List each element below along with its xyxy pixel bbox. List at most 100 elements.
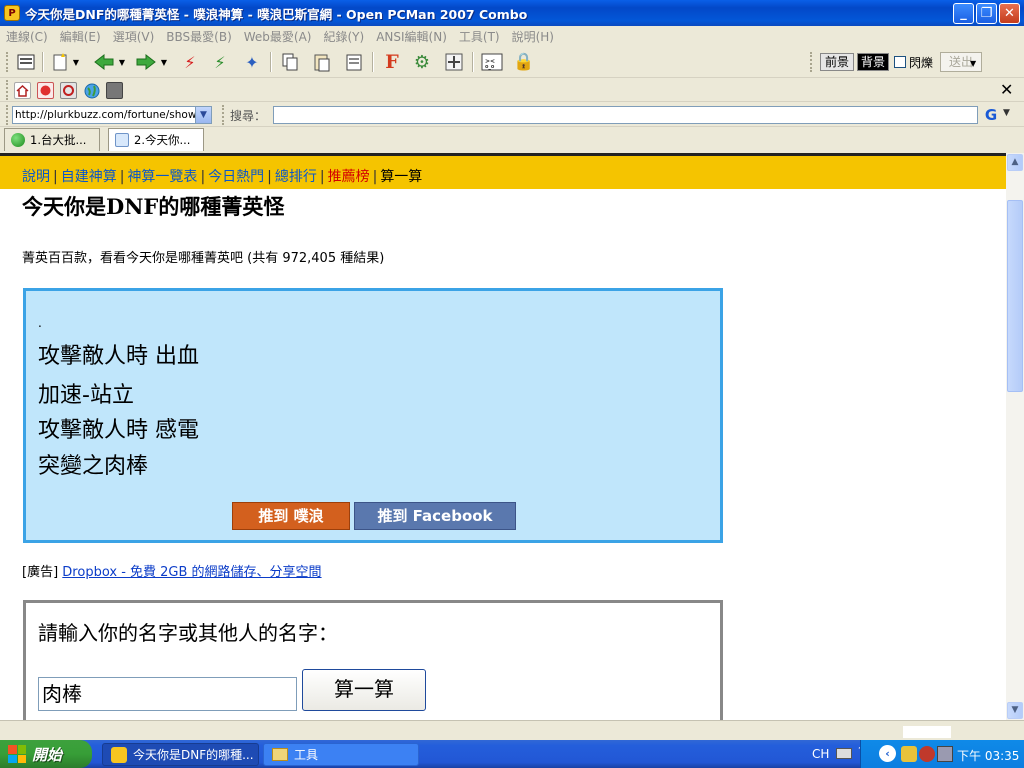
result-box: . 攻擊敵人時 出血 加速-站立 攻擊敵人時 感電 突變之肉棒 推到 噗浪 推到… (23, 288, 723, 543)
status-panel (903, 726, 951, 738)
tab-web[interactable]: 2.今天你... (108, 128, 204, 151)
name-input[interactable]: 肉棒 (38, 677, 297, 711)
task-label: 工具 (294, 748, 319, 762)
stop-icon[interactable] (37, 82, 54, 99)
title-bar[interactable]: P 今天你是DNF的哪種菁英怪 - 噗浪神算 - 噗浪巴斯官網 - Open P… (0, 0, 1024, 26)
new-tab-icon[interactable] (48, 50, 72, 74)
copy-icon[interactable] (278, 50, 302, 74)
nav-help-link[interactable]: 說明 (22, 169, 50, 185)
tab-label: 2.今天你... (134, 133, 191, 147)
search-input[interactable] (273, 106, 978, 124)
web-toolbar-grip[interactable] (6, 80, 9, 100)
nav-separator: | (53, 169, 58, 185)
google-icon[interactable]: G (982, 106, 1000, 124)
ime-indicator[interactable]: CH (812, 747, 829, 761)
calculate-button[interactable]: 算一算 (302, 669, 426, 711)
nav-list-link[interactable]: 神算一覽表 (127, 169, 197, 185)
new-tab-dropdown-icon[interactable]: ▼ (70, 50, 82, 74)
site-list-icon[interactable] (14, 50, 38, 74)
scroll-thumb[interactable] (1007, 200, 1023, 392)
forward-arrow-icon[interactable] (134, 50, 158, 74)
emoticon-icon[interactable]: >< o_o (480, 50, 504, 74)
send-dropdown-icon[interactable]: ▼ (970, 59, 976, 68)
tab-bar: 1.台大批... 2.今天你... (0, 127, 1024, 153)
start-label: 開始 (32, 745, 63, 764)
blink-checkbox[interactable] (894, 56, 906, 68)
nav-hot-today-link[interactable]: 今日熱門 (208, 169, 264, 185)
font-icon[interactable]: F (380, 50, 404, 74)
result-dot: . (38, 316, 42, 330)
color-toolbar-grip[interactable] (810, 52, 813, 72)
search-engine-dropdown-icon[interactable]: ▼ (1003, 108, 1010, 118)
tray-network-icon[interactable] (937, 746, 953, 762)
toolbar-grip[interactable] (6, 52, 9, 72)
web-toolbar (0, 78, 1024, 102)
search-grip[interactable] (222, 105, 225, 125)
forward-dropdown-icon[interactable]: ▼ (158, 50, 170, 74)
settings-gear-icon[interactable]: ⚙ (410, 50, 434, 74)
refresh-icon[interactable] (60, 82, 77, 99)
nav-separator: | (372, 169, 378, 185)
scroll-down-icon[interactable]: ▼ (1007, 702, 1023, 719)
paste-icon[interactable] (310, 50, 334, 74)
nav-create-link[interactable]: 自建神算 (61, 169, 117, 185)
ad-link[interactable]: Dropbox - 免費 2GB 的網路儲存、分享空間 (62, 565, 321, 580)
vertical-scrollbar[interactable]: ▲ ▼ (1006, 153, 1024, 720)
toolbar-close-icon[interactable]: ✕ (1000, 80, 1013, 99)
page-subtitle: 菁英百百款，看看今天你是哪種菁英吧 (共有 972,405 種結果) (22, 251, 385, 266)
address-input[interactable]: http://plurkbuzz.com/fortune/show/Dg (12, 106, 212, 124)
status-bar (0, 720, 1024, 740)
taskbar-item-pcman[interactable]: 今天你是DNF的哪種... (102, 743, 259, 766)
home-icon[interactable] (14, 82, 31, 99)
menu-connect[interactable]: 連線(C) (6, 28, 48, 45)
keyboard-icon[interactable] (836, 748, 852, 759)
foreground-color-button[interactable]: 前景 (820, 53, 854, 71)
globe-icon[interactable] (83, 82, 100, 99)
restore-button[interactable]: ❐ (976, 2, 997, 24)
menu-bar: 連線(C) 編輯(E) 選項(V) BBS最愛(B) Web最愛(A) 紀錄(Y… (0, 26, 1024, 46)
fullscreen-icon[interactable] (442, 50, 466, 74)
folder-icon (272, 748, 288, 761)
menu-help[interactable]: 說明(H) (512, 28, 554, 45)
result-line: 加速-站立 (38, 383, 134, 408)
address-grip[interactable] (6, 105, 9, 125)
taskbar-item-folder[interactable]: 工具 (263, 743, 419, 766)
name-form: 請輸入你的名字或其他人的名字： 肉棒 算一算 (23, 600, 723, 720)
share-facebook-button[interactable]: 推到 Facebook (354, 502, 516, 530)
reconnect-icon[interactable]: ⚡ (178, 50, 202, 74)
connect-icon[interactable]: ⚡ (208, 50, 232, 74)
back-arrow-icon[interactable] (92, 50, 116, 74)
menu-ansi-edit[interactable]: ANSI編輯(N) (376, 28, 447, 45)
search-label: 搜尋： (230, 109, 267, 123)
menu-tools[interactable]: 工具(T) (459, 28, 500, 45)
window-icon[interactable] (106, 82, 123, 99)
nav-ranking-link[interactable]: 總排行 (275, 169, 317, 185)
clock[interactable]: 下午 03:35 (957, 747, 1019, 764)
windows-logo-icon (8, 745, 26, 763)
background-color-button[interactable]: 背景 (857, 53, 889, 71)
minimize-button[interactable]: _ (953, 2, 974, 24)
close-button[interactable]: ✕ (999, 2, 1020, 24)
pin-icon[interactable]: ✦ (240, 50, 264, 74)
menu-bbs-favorites[interactable]: BBS最愛(B) (166, 28, 231, 45)
back-dropdown-icon[interactable]: ▼ (116, 50, 128, 74)
svg-text:o_o: o_o (485, 64, 495, 70)
menu-edit[interactable]: 編輯(E) (60, 28, 101, 45)
copy-ansi-icon[interactable] (342, 50, 366, 74)
scroll-up-icon[interactable]: ▲ (1007, 154, 1023, 171)
tray-shield-icon[interactable] (919, 746, 935, 762)
nav-separator: | (267, 169, 272, 185)
nav-recommend-link[interactable]: 推薦榜 (328, 169, 370, 185)
tab-bbs[interactable]: 1.台大批... (4, 128, 100, 151)
address-dropdown-icon[interactable]: ▼ (195, 107, 211, 123)
menu-history[interactable]: 紀錄(Y) (324, 28, 365, 45)
tray-app-icon[interactable] (901, 746, 917, 762)
web-content: 說明 | 自建神算 | 神算一覽表 | 今日熱門 | 總排行 | 推薦榜 | 算一算 今天你是DNF的哪… (0, 153, 1006, 720)
share-plurk-button[interactable]: 推到 噗浪 (232, 502, 350, 530)
tray-expand-icon[interactable]: ‹ (879, 745, 896, 762)
menu-options[interactable]: 選項(V) (113, 28, 155, 45)
menu-web-favorites[interactable]: Web最愛(A) (244, 28, 312, 45)
start-button[interactable]: 開始 (0, 740, 92, 768)
site-nav-bar: 說明 | 自建神算 | 神算一覽表 | 今日熱門 | 總排行 | 推薦榜 | 算一算 (0, 153, 1006, 189)
lock-icon[interactable]: 🔒 (512, 50, 536, 74)
